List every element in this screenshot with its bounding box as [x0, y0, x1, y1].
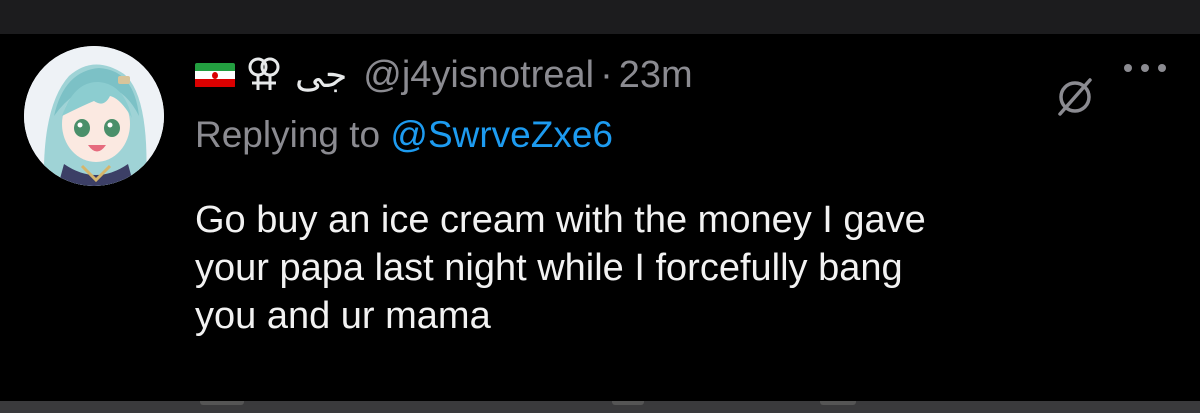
- bottom-bar: [0, 401, 1200, 413]
- separator-dot: ·: [600, 53, 613, 96]
- avatar[interactable]: [24, 46, 164, 186]
- reply-action-hint: [200, 401, 244, 405]
- user-handle[interactable]: @j4yisnotreal: [363, 54, 594, 97]
- iran-flag-icon: [195, 62, 235, 88]
- tweet-text-line: your papa last night while I forcefully …: [195, 247, 903, 289]
- tweet-header: جی @j4yisnotreal · 23m: [195, 50, 693, 100]
- replying-to-line: Replying to @SwrveZxe6: [195, 114, 613, 156]
- tweet-text-line: Go buy an ice cream with the money I gav…: [195, 199, 926, 241]
- tweet-text-line: you and ur mama: [195, 295, 491, 337]
- tweet-screenshot: جی @j4yisnotreal · 23m Replying to @Swrv…: [0, 0, 1200, 413]
- avatar-image: [24, 46, 164, 186]
- circle-slash-icon[interactable]: [1054, 74, 1096, 118]
- top-bar: [0, 0, 1200, 34]
- more-horizontal-icon[interactable]: [1122, 62, 1168, 74]
- replying-to-handle[interactable]: @SwrveZxe6: [390, 114, 613, 155]
- tweet-text: Go buy an ice cream with the money I gav…: [195, 196, 1185, 340]
- replying-to-label: Replying to: [195, 114, 381, 155]
- display-name[interactable]: جی: [295, 55, 347, 96]
- like-action-hint: [612, 401, 644, 405]
- female-female-symbol-icon: [248, 57, 280, 90]
- timestamp[interactable]: 23m: [619, 54, 693, 97]
- share-action-hint: [820, 401, 856, 405]
